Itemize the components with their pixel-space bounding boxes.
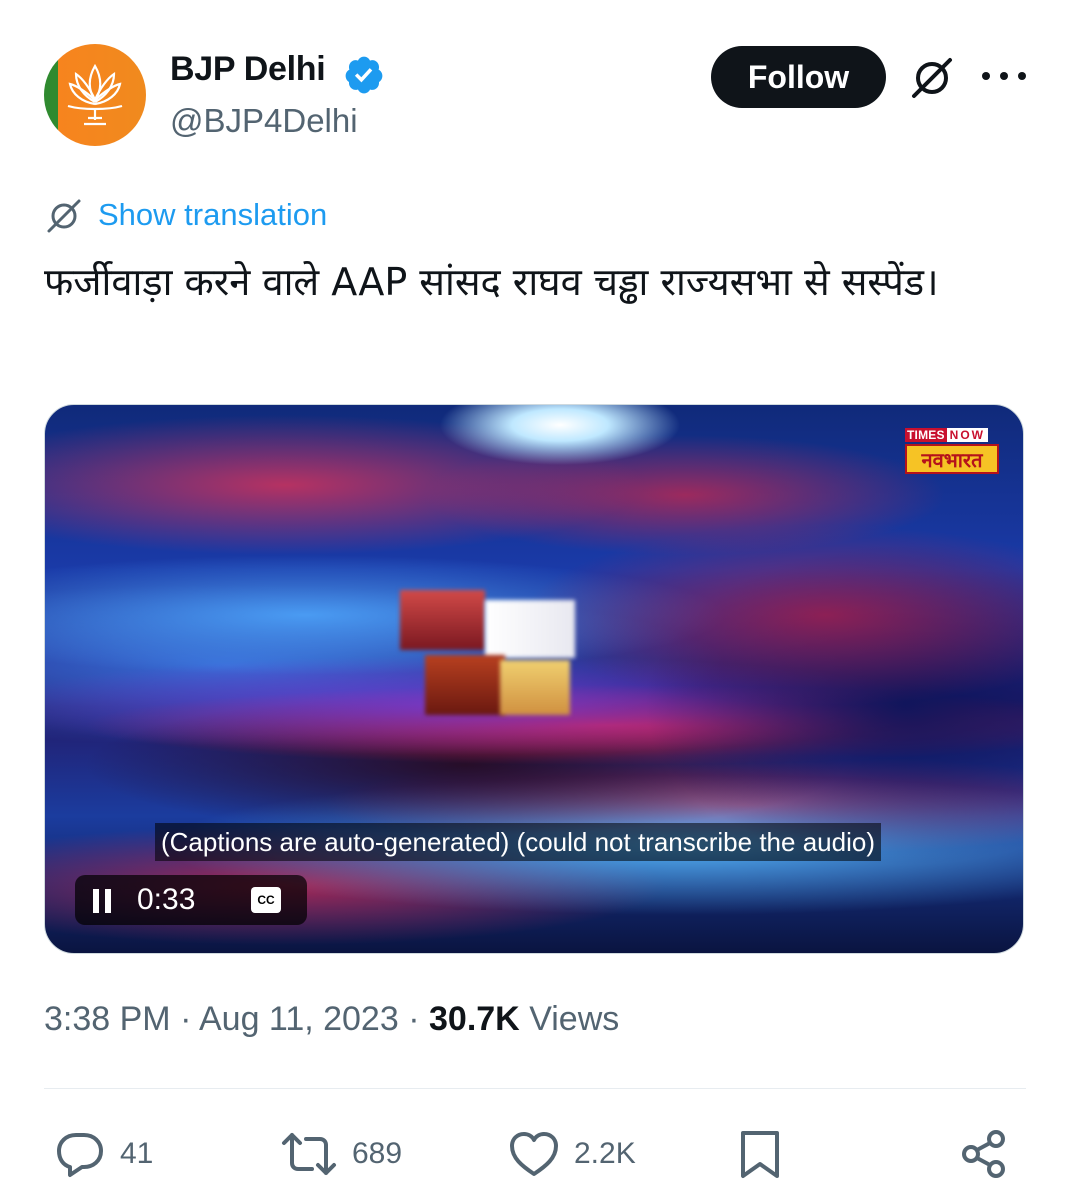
handle[interactable]: @BJP4Delhi — [170, 102, 358, 140]
channel-logo: TIMES NOW नवभारत — [905, 427, 999, 477]
meta-separator: · — [408, 1000, 420, 1038]
tweet-text: फर्जीवाड़ा करने वाले AAP सांसद राघव चड्ढ… — [44, 260, 939, 304]
avatar[interactable] — [44, 44, 146, 146]
closed-captions-icon[interactable]: CC — [251, 887, 281, 913]
pause-icon[interactable] — [93, 889, 113, 913]
bookmark-icon — [741, 1131, 779, 1178]
like-count: 2.2K — [574, 1137, 636, 1170]
repost-button[interactable]: 689 — [280, 1128, 402, 1180]
like-button[interactable]: 2.2K — [508, 1128, 636, 1180]
reply-count: 41 — [120, 1137, 154, 1170]
tweet-date[interactable]: Aug 11, 2023 — [199, 1000, 399, 1038]
heart-icon — [510, 1132, 558, 1176]
bookmark-button[interactable] — [736, 1128, 784, 1180]
channel-logo-now: NOW — [946, 428, 988, 442]
translate-icon — [47, 199, 81, 233]
display-name[interactable]: BJP Delhi — [170, 50, 326, 89]
divider — [44, 1088, 1026, 1089]
meta-separator: · — [180, 1000, 192, 1038]
views-count: 30.7K — [429, 1000, 520, 1038]
repost-count: 689 — [352, 1137, 403, 1170]
video-frame-shape — [425, 655, 505, 715]
show-translation-link[interactable]: Show translation — [98, 197, 327, 233]
tweet-meta: 3:38 PM · Aug 11, 2023 · 30.7K Views — [44, 1000, 619, 1039]
reply-button[interactable]: 41 — [54, 1128, 153, 1180]
video-frame-shape — [485, 600, 575, 658]
video-time: 0:33 — [137, 883, 196, 916]
channel-logo-times: TIMES — [905, 428, 947, 442]
views-label: Views — [529, 1000, 620, 1038]
grok-icon[interactable] — [906, 52, 958, 104]
follow-button[interactable]: Follow — [711, 46, 886, 108]
video-controls: 0:33 CC — [75, 875, 307, 925]
bjp-lotus-logo-icon — [67, 63, 123, 126]
video-player[interactable]: TIMES NOW नवभारत (Captions are auto-gene… — [44, 404, 1024, 954]
repost-icon — [282, 1133, 336, 1175]
channel-logo-name: नवभारत — [905, 444, 999, 474]
video-frame-shape — [400, 590, 485, 650]
share-icon — [962, 1130, 1005, 1178]
verified-badge-icon — [345, 56, 383, 94]
reply-icon — [57, 1133, 103, 1177]
share-button[interactable] — [958, 1128, 1010, 1180]
video-frame-shape — [500, 660, 570, 715]
more-icon[interactable] — [982, 56, 1026, 96]
tweet-time[interactable]: 3:38 PM — [44, 1000, 171, 1038]
video-captions: (Captions are auto-generated) (could not… — [155, 823, 881, 861]
